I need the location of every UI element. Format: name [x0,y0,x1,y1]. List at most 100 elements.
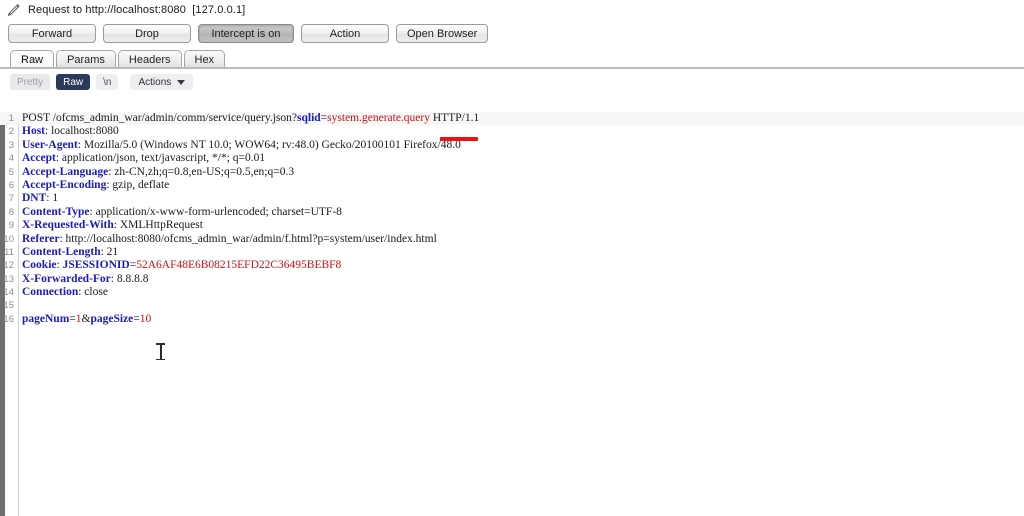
drop-button[interactable]: Drop [103,24,191,43]
code-line-text: Accept-Language: zh-CN,zh;q=0.8,en-US;q=… [22,166,294,179]
code-line-text: Referer: http://localhost:8080/ofcms_adm… [22,233,437,246]
window-title-text: Request to http://localhost:8080 [127.0.… [28,4,246,16]
red-underline-annotation [440,137,478,141]
message-view-tabs: Raw Params Headers Hex [0,47,1024,69]
line-number: 10 [3,233,14,245]
code-token-plain: : close [78,286,108,299]
code-line[interactable]: 12 Cookie: JSESSIONID=52A6AF48E6B08215EFD… [0,259,1024,272]
code-line[interactable]: 5 Accept-Language: zh-CN,zh;q=0.8,en-US;q… [0,166,1024,179]
code-line-text: User-Agent: Mozilla/5.0 (Windows NT 10.0… [22,139,461,152]
line-number: 5 [8,166,14,178]
code-line[interactable]: 15 [0,299,1024,312]
code-token-plain: : zh-CN,zh;q=0.8,en-US;q=0.5,en;q=0.3 [108,165,295,178]
code-token-hdr: Accept-Language [22,165,109,178]
line-number: 7 [8,193,14,205]
line-number: 16 [3,313,14,325]
line-number: 3 [8,139,14,151]
line-number: 9 [8,220,14,232]
code-line[interactable]: 13 X-Forwarded-For: 8.8.8.8 [0,273,1024,286]
intercept-toggle-button[interactable]: Intercept is on [198,24,294,43]
chevron-down-icon [177,79,186,85]
code-token-param: pageSize [90,312,134,325]
line-number: 6 [8,179,14,191]
line-number: 13 [3,273,14,285]
editor-format-toolbar: Pretty Raw \n Actions [0,69,1024,95]
window-title-bar: Request to http://localhost:8080 [127.0.… [0,0,1024,20]
line-number: 14 [3,287,14,299]
raw-view-button[interactable]: Raw [56,74,91,90]
code-token-param: pageNum [22,312,70,325]
code-token-hdr: X-Forwarded-For [22,272,111,285]
code-line-text: pageNum=1&pageSize=10 [22,313,151,326]
line-number: 4 [8,153,14,165]
actions-menu-button[interactable]: Actions [130,74,194,90]
action-button[interactable]: Action [301,24,389,43]
code-token-param: JSESSIONID [62,259,130,272]
line-number: 12 [3,260,14,272]
code-token-plain: : http://localhost:8080/ofcms_admin_war/… [59,232,437,245]
code-line[interactable]: 14 Connection: close [0,286,1024,299]
code-line-text: Accept-Encoding: gzip, deflate [22,179,169,192]
code-line-text: X-Requested-With: XMLHttpRequest [22,219,203,232]
code-token-plain: : 21 [100,245,119,258]
code-line[interactable]: 6 Accept-Encoding: gzip, deflate [0,179,1024,192]
show-newlines-button[interactable]: \n [96,74,119,90]
code-token-hdr: DNT [22,192,47,205]
line-number: 11 [4,246,14,258]
code-line[interactable]: 10 Referer: http://localhost:8080/ofcms_a… [0,233,1024,246]
code-token-hdr: Accept [22,152,56,165]
code-line-text: DNT: 1 [22,192,58,205]
code-token-plain: POST /ofcms_admin_war/admin/comm/service… [22,112,297,124]
code-line[interactable]: 3 User-Agent: Mozilla/5.0 (Windows NT 10.… [0,139,1024,152]
line-number: 8 [8,206,14,218]
code-line[interactable]: 16 pageNum=1&pageSize=10 [0,313,1024,326]
code-line[interactable]: 2 Host: localhost:8080 [0,125,1024,138]
pencil-icon [6,3,21,18]
code-token-hdr: Accept-Encoding [22,178,107,191]
code-line-text: Content-Type: application/x-www-form-url… [22,206,342,219]
pretty-view-button[interactable]: Pretty [10,74,51,90]
code-token-hdr: Host [22,125,45,138]
code-token-plain: : Mozilla/5.0 (Windows NT 10.0; WOW64; r… [77,138,461,151]
forward-button[interactable]: Forward [8,24,96,43]
code-line-text: Host: localhost:8080 [22,125,119,138]
code-line-text: X-Forwarded-For: 8.8.8.8 [22,273,148,286]
actions-menu-label: Actions [138,76,172,88]
request-code-lines: 1 POST /ofcms_admin_war/admin/comm/servic… [0,112,1024,326]
code-token-val: system.generate.query [327,112,430,124]
code-token-hdr: Content-Length [22,245,101,258]
code-line[interactable]: 9 X-Requested-With: XMLHttpRequest [0,219,1024,232]
code-line[interactable]: 1 POST /ofcms_admin_war/admin/comm/servic… [0,112,1024,126]
code-line-text: Accept: application/json, text/javascrip… [22,152,265,165]
code-token-val: 10 [139,312,152,325]
code-token-plain: : localhost:8080 [45,125,119,138]
intercept-toolbar: Forward Drop Intercept is on Action Open… [0,20,1024,47]
line-number: 1 [8,113,14,124]
code-line[interactable]: 11 Content-Length: 21 [0,246,1024,259]
code-token-hdr: User-Agent [22,138,78,151]
code-token-hdr: Content-Type [22,205,90,218]
code-token-plain: : application/x-www-form-urlencoded; cha… [89,205,342,218]
line-number: 15 [3,300,14,312]
code-token-param: sqlid [297,112,321,124]
code-line[interactable]: 4 Accept: application/json, text/javascri… [0,152,1024,165]
open-browser-button[interactable]: Open Browser [396,24,489,43]
code-token-plain: : application/json, text/javascript, */*… [55,152,266,165]
code-line-text: Cookie: JSESSIONID=52A6AF48E6B08215EFD22… [22,259,341,272]
request-editor[interactable]: 1 POST /ofcms_admin_war/admin/comm/servic… [0,112,1024,516]
code-line[interactable]: 7 DNT: 1 [0,192,1024,205]
line-number: 2 [8,126,14,138]
code-token-plain: HTTP/1.1 [430,112,480,124]
code-line-text: POST /ofcms_admin_war/admin/comm/service… [22,112,479,125]
code-token-hdr: Referer [22,232,60,245]
code-token-plain: : XMLHttpRequest [113,219,203,232]
code-line[interactable]: 8 Content-Type: application/x-www-form-ur… [0,206,1024,219]
code-token-hdr: Cookie [22,259,57,272]
code-token-val: 52A6AF48E6B08215EFD22C36495BEBF8 [136,259,342,272]
code-line-text: Connection: close [22,286,108,299]
code-token-plain: : 8.8.8.8 [110,272,149,285]
code-line-text: Content-Length: 21 [22,246,118,259]
code-token-plain: : gzip, deflate [106,178,170,191]
code-token-plain: : 1 [46,192,59,205]
i-beam-cursor [156,343,165,360]
